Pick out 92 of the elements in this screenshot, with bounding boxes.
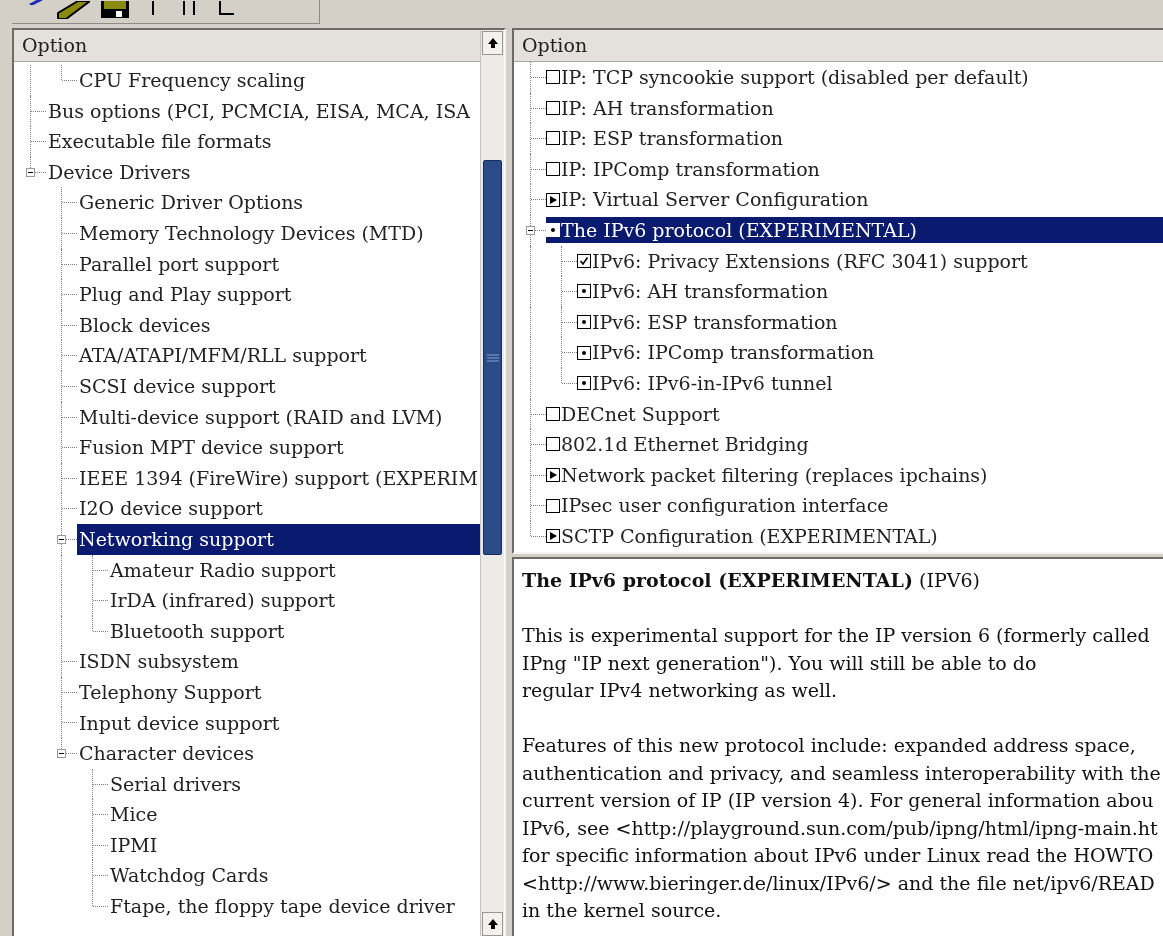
tree-item[interactable]: SCTP Configuration (EXPERIMENTAL) bbox=[546, 523, 1163, 550]
arrow-up-icon bbox=[486, 918, 499, 930]
tree-item[interactable]: IP: AH transformation bbox=[546, 94, 1163, 121]
tree-item[interactable]: Memory Technology Devices (MTD) bbox=[77, 217, 480, 249]
tree-item[interactable]: Bluetooth support bbox=[108, 615, 480, 647]
item-label: Network packet filtering (replaces ipchains) bbox=[561, 462, 988, 488]
tree-item[interactable]: IPv6: AH transformation bbox=[577, 278, 1163, 305]
tree-item[interactable]: IPsec user configuration interface bbox=[546, 492, 1163, 519]
tree-item[interactable]: IPv6: IPv6-in-IPv6 tunnel bbox=[577, 370, 1163, 397]
collapse-button[interactable] bbox=[26, 167, 35, 177]
tree-item[interactable]: IP: TCP syncookie support (disabled per default) bbox=[546, 64, 1163, 91]
tree-item[interactable]: Block devices bbox=[77, 309, 480, 341]
item-label: IPv6: IPComp transformation bbox=[592, 340, 875, 366]
item-label: IPv6: IPv6-in-IPv6 tunnel bbox=[592, 371, 833, 396]
tree-item[interactable]: Networking support bbox=[77, 523, 480, 555]
checkbox[interactable] bbox=[546, 406, 560, 421]
collapse-button[interactable] bbox=[57, 749, 66, 759]
tree-item[interactable]: Network packet filtering (replaces ipchains) bbox=[546, 462, 1163, 488]
scrollbar-thumb[interactable] bbox=[483, 160, 502, 555]
tree-item[interactable]: IP: Virtual Server Configuration bbox=[546, 186, 1163, 213]
tree-item[interactable]: Device Drivers bbox=[46, 156, 480, 188]
help-paragraph: Features of this new protocol include: expanded address space, authentication and privacy, and seamless interoperability with the current version of IP (IP version 4). For general information abou IPv6, see <http://playground.sun.com/pub/ipng/html/ipng-main.ht for specific information about IPv6 under Linux read the HOWTO <http://www.bieringer.de/linux/IPv6/> and the file net/ipv6/READ in the kernel source. bbox=[522, 733, 1161, 923]
scrollbar[interactable] bbox=[480, 30, 504, 936]
tree-item[interactable]: Bus options (PCI, PCMCIA, EISA, MCA, ISA bbox=[46, 95, 480, 127]
item-label: IP: IPComp transformation bbox=[561, 156, 820, 182]
column-header[interactable]: Option bbox=[14, 30, 480, 62]
tree-item[interactable]: Amateur Radio support bbox=[108, 554, 480, 586]
tree-item[interactable]: Multi-device support (RAID and LVM) bbox=[77, 401, 480, 433]
submenu-icon bbox=[546, 468, 560, 482]
tree-item[interactable]: Character devices bbox=[77, 738, 480, 769]
tree-item[interactable]: Input device support bbox=[77, 707, 480, 739]
tree-item[interactable]: IP: IPComp transformation bbox=[546, 156, 1163, 183]
item-label: SCTP Configuration (EXPERIMENTAL) bbox=[561, 523, 938, 549]
item-label: IPv6: Privacy Extensions (RFC 3041) support bbox=[592, 248, 1028, 274]
checkbox[interactable] bbox=[546, 100, 560, 115]
scroll-up-button[interactable] bbox=[482, 912, 503, 936]
item-label: IPv6: ESP transformation bbox=[592, 309, 838, 335]
collapse-button[interactable] bbox=[526, 225, 535, 235]
item-label: DECnet Support bbox=[561, 401, 720, 427]
scroll-up-button[interactable] bbox=[482, 31, 503, 55]
tree-item[interactable]: Ftape, the floppy tape device driver bbox=[108, 891, 480, 922]
help-paragraph: This is experimental support for the IP version 6 (formerly called IPng "IP next generation"). You will still be able to do regular IPv4 networking as well. bbox=[522, 623, 1150, 703]
module-checkbox[interactable] bbox=[577, 284, 591, 299]
module-checkbox[interactable] bbox=[577, 376, 591, 391]
tree-item[interactable]: Serial drivers bbox=[108, 768, 480, 800]
tree-item[interactable]: IPv6: ESP transformation bbox=[577, 309, 1163, 336]
item-label: IP: ESP transformation bbox=[561, 126, 784, 152]
tree-item[interactable]: IP: ESP transformation bbox=[546, 125, 1163, 152]
pencil-icon[interactable] bbox=[56, 1, 90, 19]
tree-item[interactable]: IrDA (infrared) support bbox=[108, 585, 480, 616]
item-label: IP: AH transformation bbox=[561, 95, 774, 121]
checkbox[interactable] bbox=[546, 498, 560, 513]
checkbox[interactable] bbox=[577, 253, 591, 268]
tree-item[interactable]: ISDN subsystem bbox=[77, 646, 480, 677]
grip-icon bbox=[485, 352, 500, 363]
item-label: The IPv6 protocol (EXPERIMENTAL) bbox=[561, 218, 917, 243]
submenu-icon bbox=[546, 192, 560, 207]
tree-item[interactable]: Parallel port support bbox=[77, 248, 480, 280]
tree-item[interactable]: Mice bbox=[108, 799, 480, 830]
tree-item[interactable]: IPv6: IPComp transformation bbox=[577, 339, 1163, 366]
module-checkbox[interactable] bbox=[577, 345, 591, 360]
tree-item[interactable]: Telephony Support bbox=[77, 676, 480, 708]
checkbox[interactable] bbox=[546, 437, 560, 452]
tree-item[interactable]: Watchdog Cards bbox=[108, 860, 480, 892]
tree-item[interactable]: 802.1d Ethernet Bridging bbox=[546, 431, 1163, 458]
tree-item[interactable]: DECnet Support bbox=[546, 400, 1163, 427]
module-checkbox[interactable] bbox=[577, 315, 591, 330]
tree-item[interactable]: Fusion MPT device support bbox=[77, 432, 480, 463]
submenu-icon bbox=[546, 529, 560, 544]
item-label: 802.1d Ethernet Bridging bbox=[561, 432, 809, 458]
item-label: IP: Virtual Server Configuration bbox=[561, 187, 869, 213]
item-label: IPsec user configuration interface bbox=[561, 493, 889, 519]
checkbox[interactable] bbox=[546, 70, 560, 85]
item-label: IPv6: AH transformation bbox=[592, 279, 829, 305]
collapse-button[interactable] bbox=[57, 534, 66, 544]
tree-item[interactable]: Plug and Play support bbox=[77, 279, 480, 310]
tree-item[interactable]: Generic Driver Options bbox=[77, 187, 480, 218]
arrow-up-icon bbox=[486, 37, 499, 49]
tree-item[interactable]: IEEE 1394 (FireWire) support (EXPERIM bbox=[77, 462, 480, 494]
tree-item[interactable]: ATA/ATAPI/MFM/RLL support bbox=[77, 340, 480, 371]
checkbox[interactable] bbox=[546, 162, 560, 177]
tree-item[interactable]: CPU Frequency scaling bbox=[77, 65, 480, 96]
tree-item[interactable]: IPMI bbox=[108, 829, 480, 861]
item-label: IP: TCP syncookie support (disabled per default) bbox=[561, 65, 1029, 91]
tree-item[interactable]: I2O device support bbox=[77, 493, 480, 524]
checkbox[interactable] bbox=[546, 131, 560, 146]
tree-item[interactable]: The IPv6 protocol (EXPERIMENTAL) bbox=[546, 217, 1163, 244]
tree-item[interactable]: IPv6: Privacy Extensions (RFC 3041) support bbox=[577, 247, 1163, 274]
help-title: The IPv6 protocol (EXPERIMENTAL) (IPV6) bbox=[522, 568, 980, 593]
tree-item[interactable]: Executable file formats bbox=[46, 126, 480, 157]
tree-item[interactable]: SCSI device support bbox=[77, 370, 480, 402]
column-header[interactable]: Option bbox=[514, 30, 1163, 62]
